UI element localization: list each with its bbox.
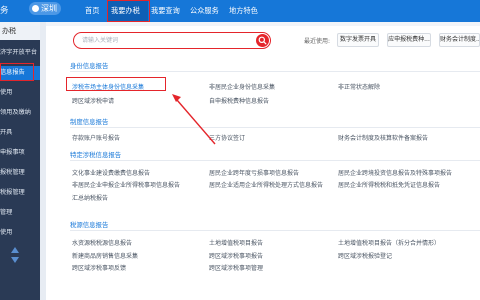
annotation-arrow — [172, 94, 216, 145]
